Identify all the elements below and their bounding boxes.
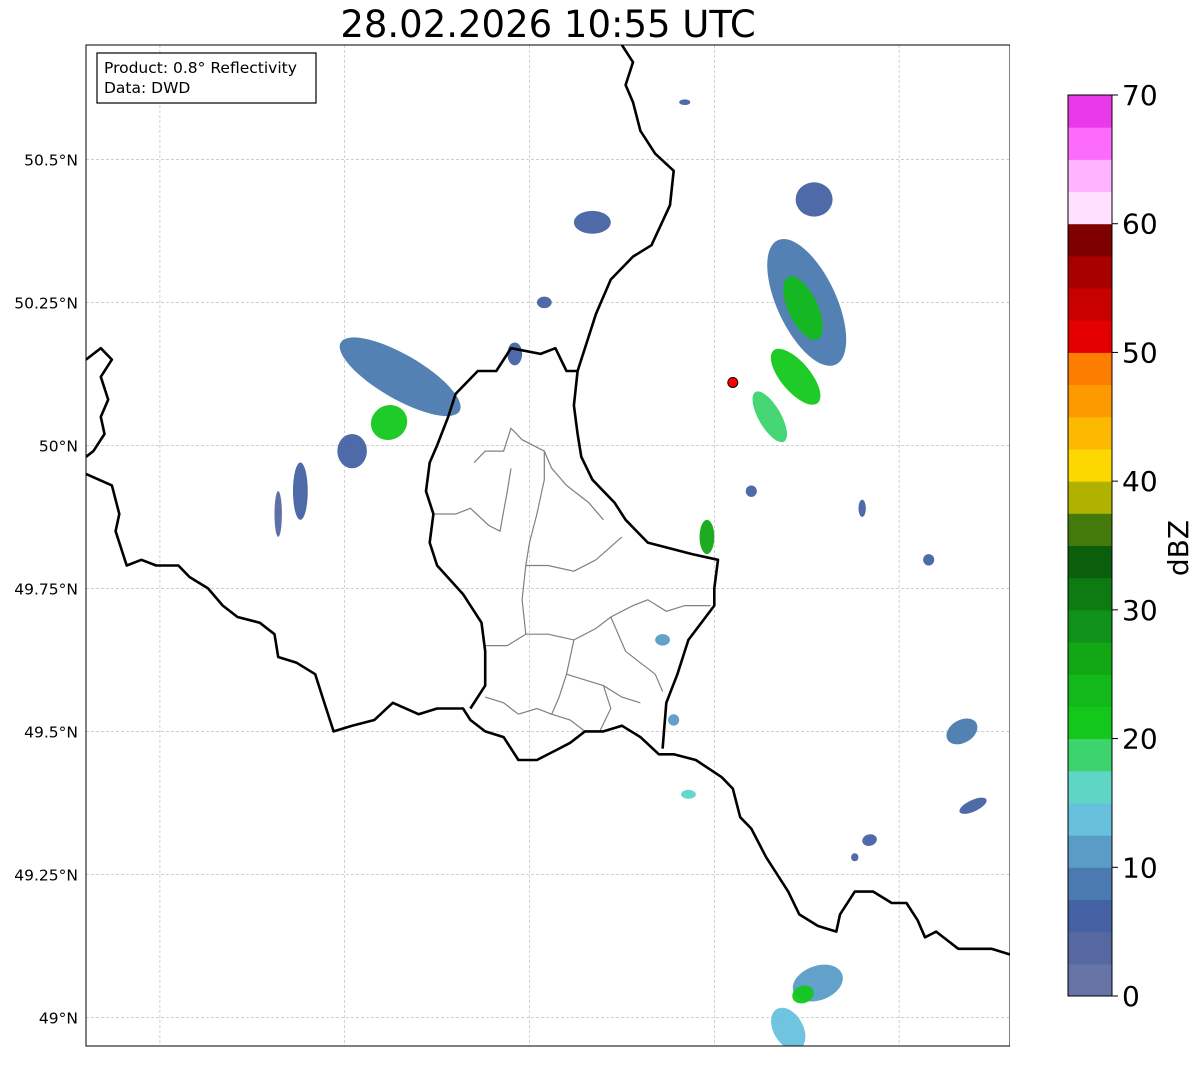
colorbar-band xyxy=(1068,223,1112,257)
colorbar-band xyxy=(1068,288,1112,321)
info-data-source: Data: DWD xyxy=(104,79,190,97)
colorbar-bands xyxy=(1068,95,1112,997)
colorbar-band xyxy=(1068,835,1112,868)
lat-tick-label: 49.75°N xyxy=(14,580,78,598)
colorbar-band xyxy=(1068,802,1112,836)
colorbar-frame xyxy=(1067,94,1113,997)
lat-tick-label: 49.25°N xyxy=(14,866,78,884)
echo-cell xyxy=(851,853,859,862)
colorbar-band xyxy=(1068,513,1112,546)
lat-tick-label: 49°N xyxy=(39,1009,78,1027)
echo-cell xyxy=(745,485,757,497)
info-box: Product: 0.8° Reflectivity Data: DWD xyxy=(96,52,317,104)
info-product: Product: 0.8° Reflectivity xyxy=(104,59,297,77)
colorbar-band xyxy=(1068,384,1112,418)
colorbar-band xyxy=(1068,963,1112,997)
echo-cell xyxy=(655,634,670,646)
colorbar-band xyxy=(1068,674,1112,707)
colorbar-tick-label: 20 xyxy=(1122,723,1158,756)
colorbar-band xyxy=(1068,127,1112,160)
colorbar-band xyxy=(1068,416,1112,450)
echo-cell xyxy=(536,296,552,309)
radar-map: 5°E5.5°E6°E6.5°E7°E 50.5°N50.25°N50°N49.… xyxy=(14,44,1010,1047)
echo-cell xyxy=(923,554,935,566)
colorbar-band xyxy=(1068,609,1112,643)
colorbar-band xyxy=(1068,320,1112,353)
radar-site-marker xyxy=(727,376,739,388)
latitude-axis: 50.5°N 50.25°N 50°N 49.75°N 49.5°N 49.25°N 49°… xyxy=(14,151,78,1027)
colorbar-band xyxy=(1068,255,1112,289)
colorbar-tick-label: 60 xyxy=(1122,208,1158,241)
echo-cell xyxy=(274,491,282,537)
lat-tick-label: 49.5°N xyxy=(24,723,78,741)
colorbar-band xyxy=(1068,867,1112,900)
colorbar-band xyxy=(1068,577,1112,611)
echo-cell xyxy=(573,210,611,234)
colorbar-tick-label: 10 xyxy=(1122,851,1158,884)
echo-cell xyxy=(681,789,696,799)
colorbar-band xyxy=(1068,159,1112,193)
colorbar-band xyxy=(1068,448,1112,482)
colorbar-tick-label: 50 xyxy=(1122,336,1158,369)
colorbar-ticks: 0 10 20 30 40 50 60 70 xyxy=(1112,79,1158,1013)
echo-cell xyxy=(292,462,308,520)
colorbar-band xyxy=(1068,642,1112,675)
colorbar-band xyxy=(1068,481,1112,514)
echo-cell xyxy=(337,433,367,469)
colorbar-tick-label: 70 xyxy=(1122,79,1158,112)
lat-tick-label: 50°N xyxy=(39,437,78,455)
colorbar-band xyxy=(1068,770,1112,804)
colorbar-band xyxy=(1068,706,1112,740)
colorbar-tick-label: 30 xyxy=(1122,594,1158,627)
colorbar-band xyxy=(1068,95,1112,128)
colorbar-band xyxy=(1068,899,1112,933)
colorbar-band xyxy=(1068,352,1112,386)
colorbar-label: dBZ xyxy=(1162,520,1195,576)
echo-cell xyxy=(858,499,866,517)
lat-tick-label: 50.5°N xyxy=(24,151,78,169)
echo-cell xyxy=(679,99,691,106)
colorbar-band xyxy=(1068,738,1112,772)
echo-cell xyxy=(795,182,833,217)
colorbar-band xyxy=(1068,931,1112,965)
echo-cell xyxy=(507,342,523,366)
colorbar-band xyxy=(1068,545,1112,579)
colorbar-band xyxy=(1068,191,1112,225)
colorbar-tick-label: 40 xyxy=(1122,465,1158,498)
radar-site-layer xyxy=(727,376,739,388)
lat-tick-label: 50.25°N xyxy=(14,294,78,312)
echo-cell xyxy=(699,519,715,555)
map-background xyxy=(86,45,1010,1046)
colorbar-tick-label: 0 xyxy=(1122,980,1140,1013)
echo-cell xyxy=(668,714,680,726)
